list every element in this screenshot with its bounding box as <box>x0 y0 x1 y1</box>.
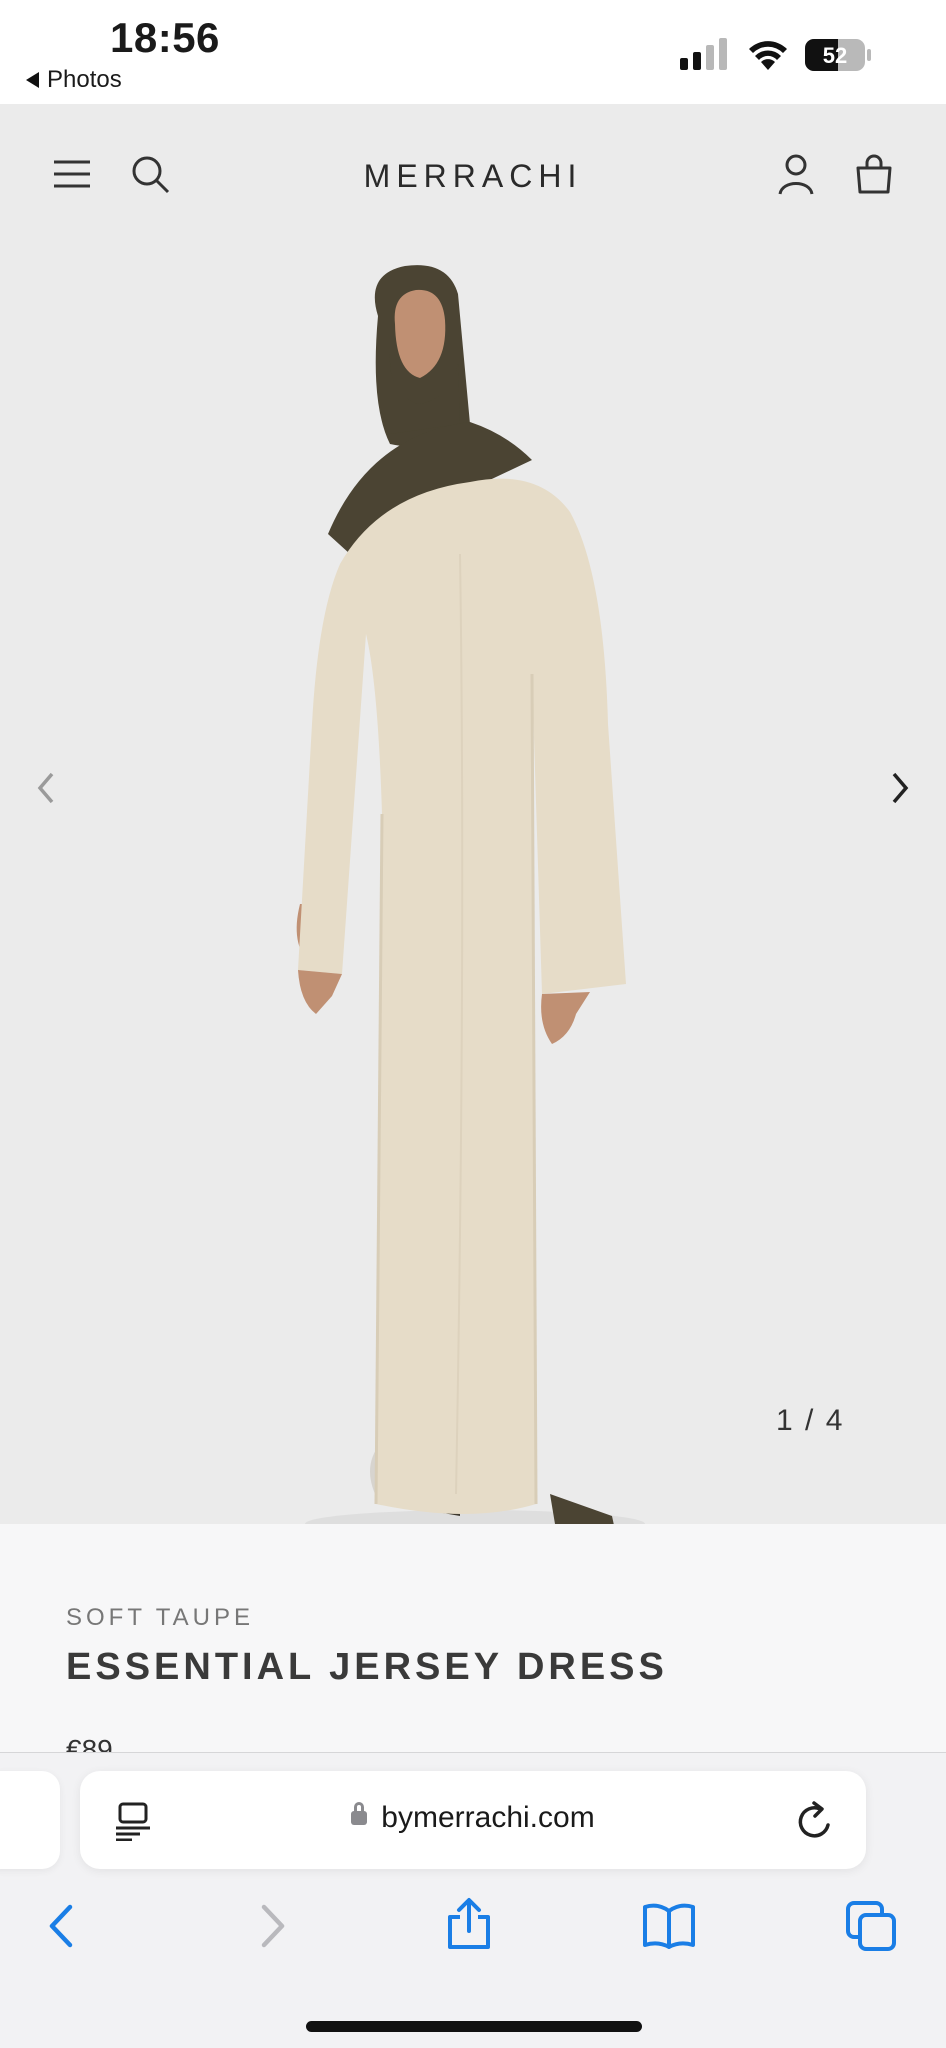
product-page: MERRACHI 1 / 4 <box>0 104 946 1538</box>
reload-icon[interactable] <box>794 1799 836 1843</box>
product-color-name: SOFT TAUPE <box>66 1604 255 1631</box>
account-icon[interactable] <box>774 152 818 196</box>
home-indicator[interactable] <box>306 2021 642 2032</box>
next-image-arrow-icon[interactable] <box>884 768 914 808</box>
back-icon[interactable] <box>36 1899 90 1953</box>
image-pager: 1 / 4 <box>776 1404 845 1437</box>
status-time: 18:56 <box>110 14 220 61</box>
previous-tab-preview[interactable] <box>0 1771 60 1869</box>
wifi-icon <box>749 41 787 70</box>
share-icon[interactable] <box>442 1897 496 1951</box>
back-to-photos-link[interactable]: Photos <box>26 66 122 94</box>
product-title: ESSENTIAL JERSEY DRESS <box>66 1646 668 1688</box>
bookmarks-icon[interactable] <box>642 1899 696 1953</box>
url-text: bymerrachi.com <box>381 1801 595 1834</box>
battery-level: 52 <box>823 43 847 68</box>
cellular-signal-icon <box>680 38 727 70</box>
product-info: SOFT TAUPE ESSENTIAL JERSEY DRESS €89 <box>0 1524 946 1765</box>
product-image <box>296 265 645 1538</box>
page: 18:56 Photos 52 MERRACHI 1 / 4 SOFT TAUP… <box>0 0 946 2048</box>
battery-icon: 52 <box>805 39 871 71</box>
browser-toolbar: bymerrachi.com <box>0 1752 946 2048</box>
lock-icon <box>351 1802 368 1825</box>
forward-icon[interactable] <box>244 1899 298 1953</box>
status-bar: 18:56 Photos 52 <box>0 0 946 104</box>
bag-icon[interactable] <box>852 152 896 196</box>
url-display[interactable]: bymerrachi.com <box>80 1801 866 1835</box>
back-triangle-icon <box>26 72 39 88</box>
address-bar[interactable]: bymerrachi.com <box>80 1771 866 1869</box>
back-to-photos-label: Photos <box>47 66 122 93</box>
previous-image-arrow-icon[interactable] <box>32 768 62 808</box>
tabs-icon[interactable] <box>844 1899 898 1953</box>
